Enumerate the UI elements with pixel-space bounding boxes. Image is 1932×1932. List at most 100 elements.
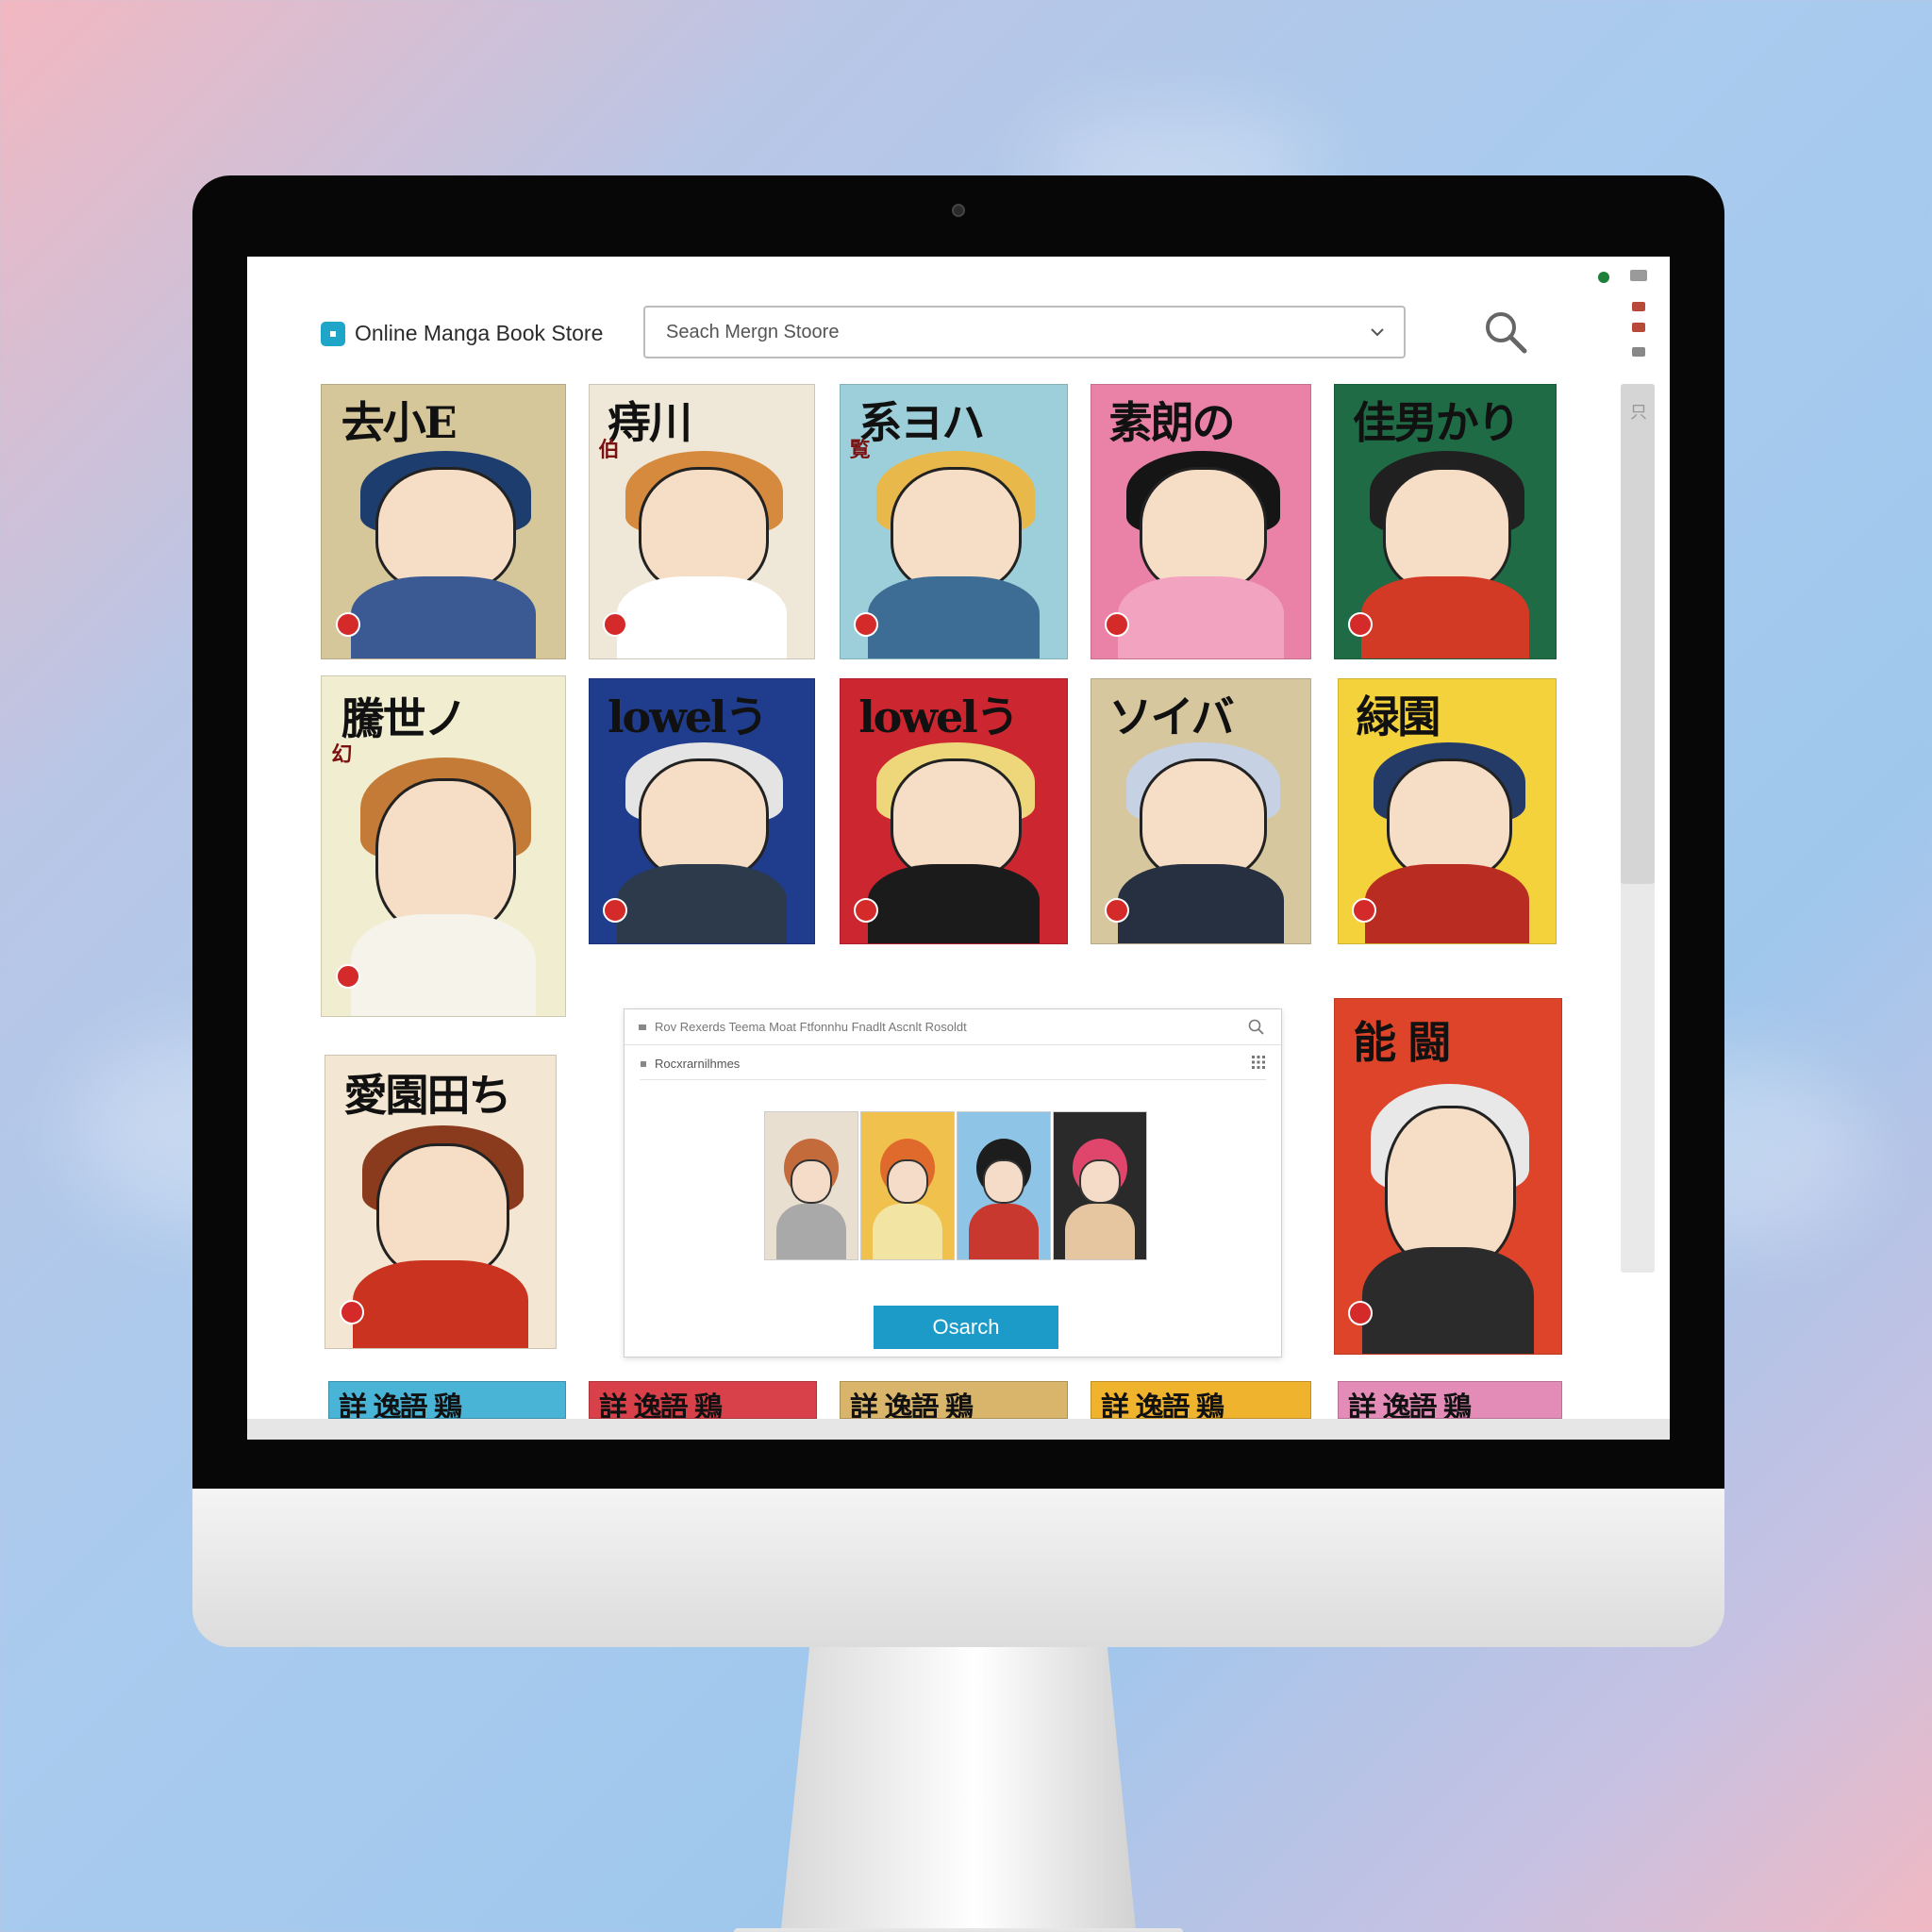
popup-menu-icon[interactable] xyxy=(638,1023,647,1032)
cover-title: 緑園 xyxy=(1356,691,1441,742)
manga-cover[interactable]: 愛園田ち xyxy=(325,1055,557,1349)
popup-subtitle: Rocxrarnilhmes xyxy=(655,1057,741,1071)
popup-divider xyxy=(640,1079,1266,1080)
manga-cover-strip[interactable]: 詳 逸語 鶏 xyxy=(1091,1381,1311,1419)
grid-view-icon[interactable] xyxy=(1251,1055,1266,1070)
manga-cover[interactable]: 痔川伯 xyxy=(589,384,815,659)
manga-cover[interactable]: lowelう xyxy=(589,678,815,944)
cover-title: 去小E xyxy=(341,397,458,449)
cover-side-text: 幻 xyxy=(331,742,353,767)
manga-cover[interactable]: 系ヨハ覧 xyxy=(840,384,1068,659)
cover-badge xyxy=(603,611,628,637)
search-input[interactable] xyxy=(645,308,1343,357)
search-icon[interactable] xyxy=(1247,1018,1266,1037)
cover-title: 痔川 xyxy=(608,397,692,449)
character-face xyxy=(639,758,770,880)
cover-badge xyxy=(339,1300,364,1325)
status-dot xyxy=(1598,272,1609,283)
strip-title: 詳 逸語 鶏 xyxy=(339,1391,462,1419)
search-icon[interactable] xyxy=(1481,308,1530,357)
recommendation-thumbnail[interactable] xyxy=(764,1111,858,1260)
search-button[interactable]: Osarch xyxy=(874,1306,1058,1349)
cover-side-text: 伯 xyxy=(598,438,620,462)
cover-title: 能 闘 xyxy=(1353,1016,1451,1068)
character-body xyxy=(350,576,537,658)
strip-title: 詳 逸語 鶏 xyxy=(1348,1391,1472,1419)
tool-icon-1[interactable] xyxy=(1632,302,1645,311)
screen: Online Manga Book Store 只 去小E 痔川伯 系ヨハ覧 素… xyxy=(247,257,1670,1440)
popup-subtitle-row: Rocxrarnilhmes xyxy=(640,1057,740,1071)
character-face xyxy=(375,467,517,593)
character-face xyxy=(1140,467,1267,593)
character-body xyxy=(1361,1247,1535,1354)
character-face xyxy=(887,1158,928,1204)
character-face xyxy=(890,467,1022,593)
window-control-icon[interactable] xyxy=(1630,270,1647,281)
manga-cover-strip[interactable]: 詳 逸語 鶏 xyxy=(1338,1381,1562,1419)
character-body xyxy=(616,576,788,658)
manga-cover[interactable]: ソイバ xyxy=(1091,678,1311,944)
character-body xyxy=(1361,576,1529,658)
cover-badge xyxy=(1351,897,1376,923)
monitor-foot xyxy=(734,1928,1183,1932)
tool-icon-2[interactable] xyxy=(1632,323,1645,332)
character-face xyxy=(375,778,517,935)
cover-title: lowelう xyxy=(858,691,1019,742)
strip-title: 詳 逸語 鶏 xyxy=(1101,1391,1224,1419)
recommendation-thumbnail[interactable] xyxy=(1053,1111,1147,1260)
manga-cover[interactable]: 素朗の xyxy=(1091,384,1311,659)
character-body xyxy=(1117,576,1285,658)
character-face xyxy=(375,1143,510,1278)
monitor-stand xyxy=(781,1647,1136,1930)
cover-badge xyxy=(603,897,628,923)
character-body xyxy=(1117,864,1285,943)
character-body xyxy=(1364,864,1530,943)
manga-cover[interactable]: lowelう xyxy=(840,678,1068,944)
manga-cover[interactable]: 能 闘 xyxy=(1334,998,1562,1355)
character-face xyxy=(890,758,1022,880)
character-face xyxy=(1140,758,1267,880)
cover-title: lowelう xyxy=(608,691,768,742)
character-body xyxy=(872,1203,943,1259)
popup-title: Rov Rexerds Teema Moat Ftfonnhu Fnadlt A… xyxy=(655,1020,967,1034)
recommendation-thumbnail[interactable] xyxy=(860,1111,955,1260)
character-body xyxy=(867,576,1041,658)
tool-icon-3[interactable] xyxy=(1632,347,1645,357)
manga-cover-strip[interactable]: 詳 逸語 鶏 xyxy=(328,1381,566,1419)
popup-titlebar: Rov Rexerds Teema Moat Ftfonnhu Fnadlt A… xyxy=(625,1009,1281,1045)
cover-title: ソイバ xyxy=(1108,691,1235,742)
cover-title: 佳男かり xyxy=(1352,397,1521,449)
character-face xyxy=(1079,1158,1121,1204)
webcam-icon xyxy=(952,204,965,217)
scrollbar-thumb[interactable] xyxy=(1621,384,1655,884)
strip-title: 詳 逸語 鶏 xyxy=(599,1391,723,1419)
manga-cover[interactable]: 騰世ノ幻 xyxy=(321,675,566,1017)
search-bar[interactable] xyxy=(643,306,1406,358)
bullet-icon xyxy=(641,1060,646,1067)
cover-badge xyxy=(854,897,879,923)
manga-cover[interactable]: 佳男かり xyxy=(1334,384,1557,659)
cover-side-text: 覧 xyxy=(849,438,871,462)
scrollbar-glyph: 只 xyxy=(1630,403,1647,422)
cover-title: 素朗の xyxy=(1108,397,1236,449)
recommendation-thumbnail[interactable] xyxy=(957,1111,1051,1260)
character-body xyxy=(1064,1203,1136,1259)
chevron-down-icon[interactable] xyxy=(1368,323,1387,341)
character-body xyxy=(350,914,537,1016)
character-face xyxy=(1386,758,1512,880)
scrollbar[interactable]: 只 xyxy=(1621,384,1655,1273)
character-face xyxy=(983,1158,1024,1204)
manga-cover-strip[interactable]: 詳 逸語 鶏 xyxy=(840,1381,1068,1419)
cover-title: 騰世ノ xyxy=(341,692,468,744)
cover-title: 愛園田ち xyxy=(343,1069,512,1121)
screen-bottom-bar xyxy=(247,1419,1670,1440)
cover-title: 系ヨハ xyxy=(858,397,985,449)
manga-cover[interactable]: 去小E xyxy=(321,384,566,659)
character-face xyxy=(791,1158,832,1204)
manga-cover-strip[interactable]: 詳 逸語 鶏 xyxy=(589,1381,817,1419)
site-title: Online Manga Book Store xyxy=(355,321,604,345)
site-logo[interactable]: Online Manga Book Store xyxy=(321,321,603,346)
cover-badge xyxy=(1348,611,1374,637)
manga-cover[interactable]: 緑園 xyxy=(1338,678,1557,944)
character-body xyxy=(867,864,1041,943)
